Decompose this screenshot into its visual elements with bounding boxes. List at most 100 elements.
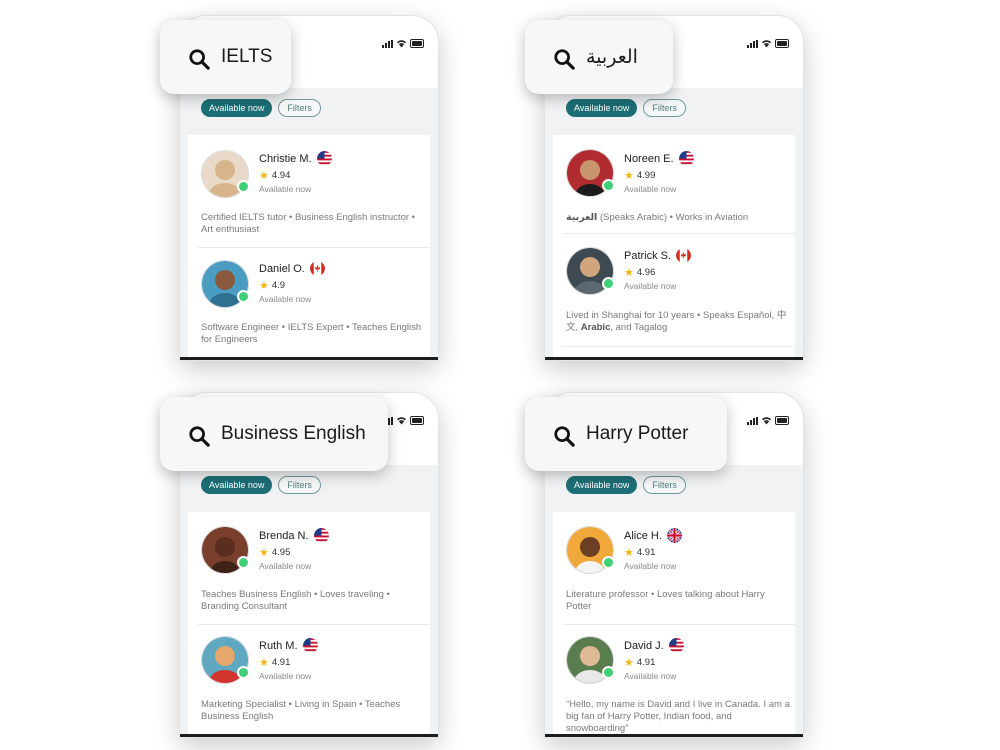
rating-row: ★ 4.91 — [624, 546, 655, 559]
signal-icon — [747, 40, 758, 48]
wifi-icon — [762, 40, 771, 48]
tutor-name-row: Ruth M. — [259, 638, 318, 653]
tutor-name: Brenda N. — [259, 529, 309, 542]
rating-value: 4.99 — [636, 170, 656, 181]
tutor-description: Marketing Specialist • Living in Spain •… — [201, 699, 401, 722]
wifi-icon — [397, 40, 406, 48]
availability-text: Available now — [624, 671, 677, 681]
availability-text: Available now — [624, 281, 677, 291]
uk-flag-icon — [666, 528, 682, 543]
star-icon: ★ — [624, 170, 634, 182]
tutor-name: Ruth M. — [259, 639, 298, 652]
wifi-icon — [397, 417, 406, 425]
tutor-card[interactable]: Noreen E. ★ 4.99 Available now العربية (S… — [553, 135, 795, 233]
online-status-dot — [237, 666, 250, 679]
tutor-card[interactable]: Christie M. ★ 4.94 Available now Certifie… — [188, 135, 430, 247]
divider — [563, 346, 795, 347]
wifi-icon — [762, 417, 771, 425]
online-status-dot — [602, 277, 615, 290]
tutor-card[interactable]: Patrick S. ★ 4.96 Available now Lived in … — [553, 234, 795, 346]
online-status-dot — [237, 180, 250, 193]
filters-chip[interactable]: Filters — [278, 99, 321, 117]
online-status-dot — [602, 179, 615, 192]
rating-value: 4.9 — [271, 280, 286, 291]
tutor-name: Daniel O. — [259, 262, 305, 275]
available-now-chip[interactable]: Available now — [566, 99, 638, 117]
tutor-name-row: Noreen E. — [624, 151, 694, 166]
tutor-card[interactable]: Alice H. ★ 4.91 Available now Literature … — [553, 512, 795, 624]
star-icon: ★ — [259, 657, 269, 669]
rating-value: 4.96 — [636, 267, 656, 278]
tutor-name-row: Daniel O. — [259, 261, 325, 276]
available-now-chip[interactable]: Available now — [201, 99, 273, 117]
signal-icon — [747, 417, 758, 425]
tutor-description: العربية (Speaks Arabic) • Works in Aviat… — [566, 212, 749, 223]
search-query: IELTS — [221, 46, 273, 67]
tutor-name-row: David J. — [624, 638, 684, 653]
us-flag-icon — [313, 528, 329, 543]
tutor-name: Alice H. — [624, 529, 662, 542]
star-icon: ★ — [259, 547, 269, 559]
rating-value: 4.95 — [271, 547, 291, 558]
rating-row: ★ 4.94 — [259, 169, 290, 182]
star-icon: ★ — [624, 547, 634, 559]
tutor-description: Literature professor • Loves talking abo… — [566, 589, 765, 612]
tutor-card[interactable]: Brenda N. ★ 4.95 Available now Teaches Bu… — [188, 512, 430, 624]
tutor-card[interactable]: Daniel O. ★ 4.9 Available now Software En… — [188, 248, 430, 360]
search-icon — [554, 49, 575, 70]
search-icon — [189, 49, 210, 70]
battery-icon — [410, 39, 424, 48]
online-status-dot — [237, 290, 250, 303]
tutor-description: Certified IELTS tutor • Business English… — [201, 212, 415, 235]
us-flag-icon — [668, 638, 684, 653]
search-bubble[interactable]: Harry Potter — [525, 397, 727, 471]
search-query: Business English — [221, 423, 366, 444]
star-icon: ★ — [624, 267, 634, 279]
tutor-name: David J. — [624, 639, 664, 652]
filters-chip[interactable]: Filters — [643, 99, 686, 117]
online-status-dot — [602, 666, 615, 679]
tutor-card[interactable]: David J. ★ 4.91 Available now “Hello, my … — [553, 625, 795, 737]
availability-text: Available now — [259, 671, 312, 681]
tutor-description: Software Engineer • IELTS Expert • Teach… — [201, 322, 422, 345]
tutor-description: “Hello, my name is David and I live in C… — [566, 699, 790, 734]
filters-chip[interactable]: Filters — [643, 476, 686, 494]
rating-row: ★ 4.99 — [624, 169, 655, 182]
canada-flag-icon — [309, 261, 325, 276]
search-query: Harry Potter — [586, 423, 689, 444]
star-icon: ★ — [624, 657, 634, 669]
tutor-card[interactable]: Ruth M. ★ 4.91 Available now Marketing Sp… — [188, 625, 430, 737]
tutor-list: Brenda N. ★ 4.95 Available now Teaches Bu… — [188, 512, 430, 737]
filters-chip[interactable]: Filters — [278, 476, 321, 494]
available-now-chip[interactable]: Available now — [566, 476, 638, 494]
highlight-text: العربية — [566, 212, 598, 223]
availability-text: Available now — [259, 561, 312, 571]
search-bubble[interactable]: Business English — [160, 397, 388, 471]
tutor-name: Christie M. — [259, 152, 312, 165]
rating-row: ★ 4.95 — [259, 546, 290, 559]
online-status-dot — [602, 556, 615, 569]
rating-value: 4.91 — [636, 657, 656, 668]
battery-icon — [775, 39, 789, 48]
us-flag-icon — [316, 151, 332, 166]
rating-value: 4.91 — [636, 547, 656, 558]
available-now-chip[interactable]: Available now — [201, 476, 273, 494]
rating-value: 4.91 — [271, 657, 291, 668]
search-bubble[interactable]: IELTS — [160, 20, 291, 94]
status-bar — [382, 39, 424, 48]
tutor-name-row: Alice H. — [624, 528, 682, 543]
search-icon — [554, 426, 575, 447]
rating-row: ★ 4.91 — [259, 656, 290, 669]
availability-text: Available now — [624, 184, 677, 194]
availability-text: Available now — [259, 294, 312, 304]
star-icon: ★ — [259, 280, 269, 292]
availability-text: Available now — [624, 561, 677, 571]
search-bubble[interactable]: العربية — [525, 20, 673, 94]
availability-text: Available now — [259, 184, 312, 194]
tutor-list: Noreen E. ★ 4.99 Available now العربية (S… — [553, 135, 795, 360]
tutor-name-row: Brenda N. — [259, 528, 329, 543]
search-icon — [189, 426, 210, 447]
tutor-name-row: Patrick S. — [624, 248, 692, 263]
tutor-name: Patrick S. — [624, 249, 672, 262]
rating-value: 4.94 — [271, 170, 291, 181]
